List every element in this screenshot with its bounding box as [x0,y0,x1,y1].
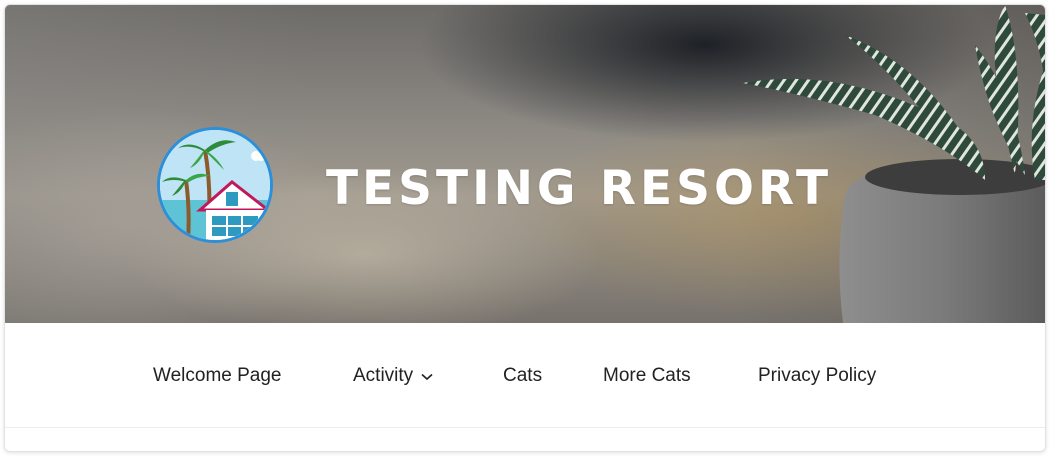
nav-item-label: Activity [353,365,414,387]
site-header: TESTING RESORT [5,5,1045,323]
nav-item-more-cats[interactable]: More Cats [603,361,691,391]
chevron-down-icon [421,361,433,391]
page-frame: TESTING RESORT Welcome Page Activity Cat… [4,4,1046,452]
content-area [5,428,1045,451]
site-title[interactable]: TESTING RESORT [326,157,832,221]
nav-item-label: Welcome Page [153,365,282,386]
nav-item-welcome-page[interactable]: Welcome Page [153,361,282,391]
site-logo[interactable] [157,127,273,243]
nav-item-privacy-policy[interactable]: Privacy Policy [758,361,876,391]
nav-item-cats[interactable]: Cats [503,361,542,391]
resort-logo-icon [160,130,270,240]
main-navigation: Welcome Page Activity Cats More Cats Pri… [5,323,1045,428]
nav-menu: Welcome Page Activity Cats More Cats Pri… [5,361,1045,391]
nav-item-label: More Cats [603,365,691,386]
nav-item-activity[interactable]: Activity [353,361,433,391]
nav-item-label: Cats [503,365,543,386]
nav-item-label: Privacy Policy [758,365,877,386]
